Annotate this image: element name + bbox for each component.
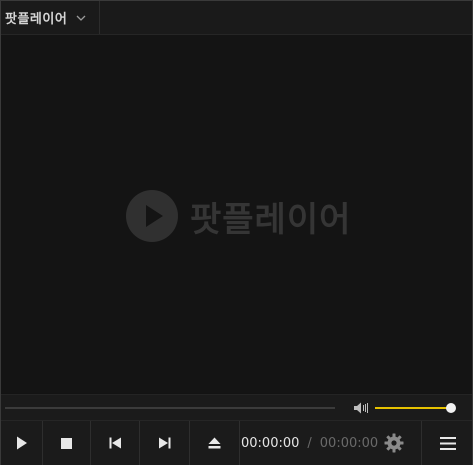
current-time: 00:00:00: [241, 435, 300, 451]
app-title: 팟플레이어: [5, 12, 68, 27]
seek-bar-row: [1, 394, 472, 420]
menu-icon: [439, 436, 456, 450]
previous-button[interactable]: [91, 421, 140, 465]
time-display: 00:00:00 / 00:00:00: [241, 421, 378, 465]
player-logo: 팟플레이어: [126, 190, 351, 242]
volume-slider[interactable]: [375, 403, 457, 413]
gear-icon[interactable]: [384, 433, 404, 453]
menu-button[interactable]: [421, 421, 473, 465]
previous-icon: [109, 437, 121, 449]
logo-text: 팟플레이어: [190, 199, 352, 240]
volume-thumb[interactable]: [446, 403, 457, 413]
play-circle-icon: [126, 190, 178, 242]
app-menu-button[interactable]: 팟플레이어: [1, 1, 100, 34]
player-window: 팟플레이어 팟플레이어 00:00:00 / 00:00:00: [0, 0, 473, 465]
chevron-down-icon: [76, 15, 86, 21]
title-bar: 팟플레이어: [1, 1, 472, 35]
seek-slider[interactable]: [5, 407, 335, 409]
volume-fill: [375, 407, 452, 409]
stop-button[interactable]: [43, 421, 91, 465]
total-duration: 00:00:00: [319, 435, 379, 451]
time-separator: /: [307, 435, 312, 451]
next-icon: [159, 437, 171, 449]
eject-icon: [208, 437, 221, 449]
control-bar: 00:00:00 / 00:00:00: [1, 420, 472, 465]
stop-icon: [61, 437, 72, 449]
video-area[interactable]: 팟플레이어: [1, 35, 472, 393]
play-icon: [16, 436, 27, 450]
eject-button[interactable]: [190, 421, 240, 465]
speaker-icon[interactable]: [353, 401, 369, 415]
play-button[interactable]: [1, 421, 43, 465]
next-button[interactable]: [140, 421, 190, 465]
